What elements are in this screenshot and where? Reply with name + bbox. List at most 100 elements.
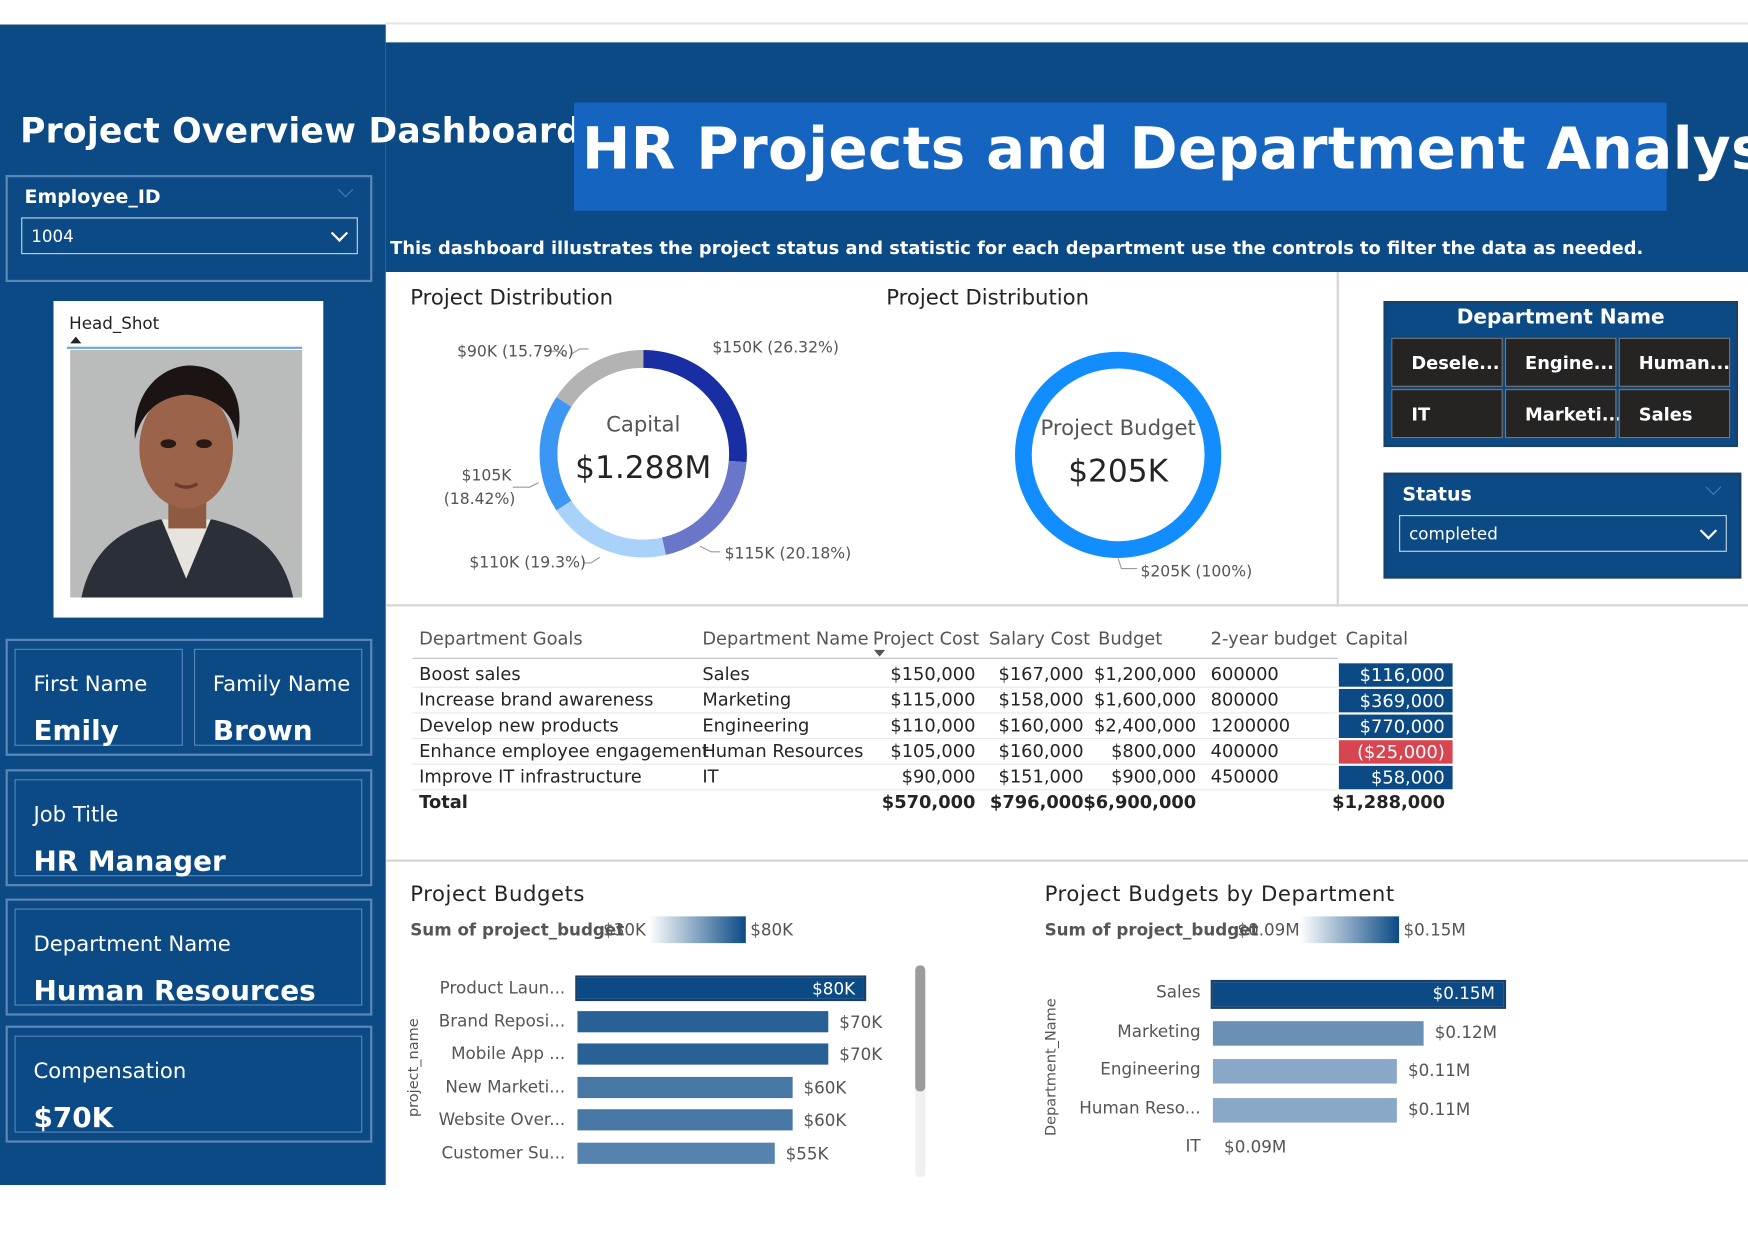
family-name-value: Brown [212,714,313,747]
department-tile[interactable]: Human... [1618,337,1731,387]
department-box: Department Name Human Resources [14,908,363,1007]
department-label: Department Name [33,931,231,957]
donut-slice[interactable] [556,350,644,407]
bar[interactable] [1212,1059,1397,1084]
sort-up-icon[interactable] [70,336,82,344]
legend-max: $80K [750,919,794,940]
leader-line [512,482,539,488]
department-tile[interactable]: Engine... [1504,337,1617,387]
donut-slice[interactable] [539,397,572,511]
first-name-value: Emily [33,714,119,747]
bar-category-label: Mobile App ... [451,1043,566,1064]
column-header[interactable]: Project Cost [873,628,979,649]
bar-value-label: $80K [812,978,856,999]
job-title-value: HR Manager [33,845,226,878]
slicer-collapse-icon[interactable] [337,181,354,198]
dashboard-canvas: Project Overview Dashboard HR Projects a… [0,0,1748,1240]
bar[interactable] [577,1010,829,1032]
column-header[interactable]: Department Name [702,628,868,649]
cell-capital: $369,000 [1338,688,1453,713]
donut-slice[interactable] [556,500,666,558]
bar-category-label: IT [1185,1136,1201,1157]
sort-down-icon[interactable] [874,649,886,657]
department-tile[interactable]: Marketi... [1504,389,1622,439]
cell-capital: $770,000 [1338,714,1453,738]
budget-slice-label: $205K (100%) [1140,562,1253,581]
total-capital: $1,288,000 [1332,791,1446,813]
bar-value-label: $0.11M [1407,1098,1471,1120]
y-axis-label: project_name [405,1018,423,1118]
column-header[interactable]: 2-year budget [1211,628,1337,649]
table-row[interactable] [412,789,1338,791]
capital-slice-label: $105K [461,467,512,485]
department-card: Department Name Human Resources [5,898,373,1016]
name-card: First Name Emily Family Name Brown [5,638,373,756]
family-name-label: Family Name [212,672,351,697]
budget-center-label: Project Budget [1040,415,1195,440]
cell-two-year-budget: 450000 [1210,765,1279,788]
cell-project-cost: $105,000 [890,740,976,762]
cell-project-cost: $110,000 [890,714,976,736]
bar-category-label: Human Reso... [1079,1097,1201,1118]
job-title-card: Job Title HR Manager [5,769,373,887]
cell-department-goal: Improve IT infrastructure [419,765,642,788]
status-dropdown[interactable]: completed [1399,515,1727,552]
status-label: Status [1402,483,1472,507]
status-value: completed [1409,523,1498,544]
bar-value-label: $60K [803,1110,847,1131]
bar[interactable] [577,1076,793,1098]
cell-capital: ($25,000) [1338,740,1453,764]
bar[interactable] [1212,1097,1397,1123]
bar[interactable] [1212,1020,1424,1046]
main-title: HR Projects and Department Analysis [581,115,1748,183]
cell-budget: $1,600,000 [1094,688,1197,711]
donut-slice[interactable] [643,350,747,463]
compensation-box: Compensation $70K [14,1035,363,1134]
status-slicer: Status completed [1383,472,1742,579]
table-row[interactable] [412,763,1338,765]
capital-slice-label: $115K (20.18%) [724,545,852,563]
panel-divider [385,604,1748,607]
bar-value-label: $0.09M [1224,1137,1287,1158]
cell-department-name: Engineering [702,714,810,736]
column-header[interactable]: Budget [1098,628,1162,649]
capital-slice-label: (18.42%) [443,490,516,509]
cell-two-year-budget: 800000 [1210,688,1279,711]
column-header[interactable]: Department Goals [419,628,583,649]
department-tile[interactable]: Sales [1618,389,1731,439]
cell-two-year-budget: 600000 [1210,663,1279,685]
table-row[interactable] [412,712,1338,714]
cell-department-name: IT [702,765,719,788]
capital-donut-title: Project Distribution [410,285,614,310]
cell-budget: $900,000 [1111,765,1197,788]
cell-two-year-budget: 1200000 [1210,714,1291,736]
bar-value-label: $0.15M [1432,983,1495,1004]
table-row[interactable] [412,737,1338,740]
leader-line [1117,558,1138,570]
total-budget: $6,900,000 [1083,791,1197,813]
bar[interactable] [577,1142,775,1164]
column-header[interactable]: Salary Cost [989,628,1090,649]
legend-label: Sum of project_budget [410,919,625,940]
bar[interactable] [577,1109,793,1131]
budget-center-value: $205K [1068,454,1169,490]
cell-salary-cost: $160,000 [998,740,1084,762]
cell-capital: $58,000 [1338,765,1453,790]
table-row[interactable] [412,686,1338,688]
bar[interactable] [577,1043,829,1065]
slicer-collapse-icon[interactable] [1705,479,1722,496]
cell-salary-cost: $167,000 [998,663,1084,685]
compensation-label: Compensation [33,1059,187,1084]
scrollbar-thumb[interactable] [915,965,926,1092]
employee-id-dropdown[interactable]: 1004 [21,217,358,255]
bar-category-label: Website Over... [438,1109,566,1130]
cell-salary-cost: $151,000 [998,765,1084,788]
bar-value-label: $0.11M [1407,1060,1471,1081]
department-slicer-title: Department Name [1456,305,1665,329]
department-tile[interactable]: Desele... [1391,337,1503,387]
cell-budget: $1,200,000 [1094,663,1197,685]
cell-department-goal: Boost sales [419,663,521,685]
bar-category-label: Product Laun... [439,977,566,998]
department-tile[interactable]: IT [1391,389,1503,439]
column-header[interactable]: Capital [1346,628,1409,649]
